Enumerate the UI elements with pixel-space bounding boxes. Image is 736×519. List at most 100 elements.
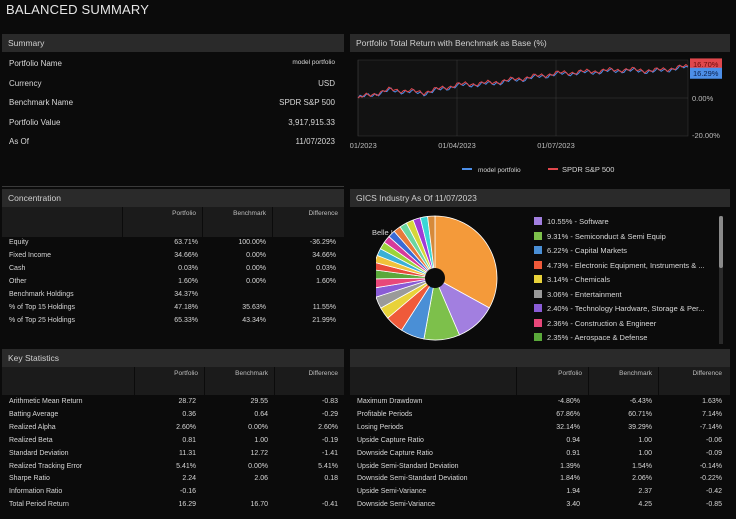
- end-label: 16.70%: [693, 60, 719, 69]
- cell-p: 63.71%: [174, 239, 198, 246]
- key-stat-row: Realized Alpha 2.60% 0.00% 2.60%: [9, 423, 339, 433]
- legend-label: 3.14% - Chemicals: [547, 275, 610, 284]
- key-stat-row: Downside Semi-Standard Deviation 1.84% 2.0…: [357, 474, 725, 484]
- cell-b: 0.00%: [246, 265, 266, 272]
- cell-p: 2.24: [182, 475, 196, 483]
- cell-p: 3.40: [566, 501, 580, 509]
- legend-item[interactable]: 4.73% - Electronic Equipment, Instrument…: [534, 260, 705, 271]
- concentration-row: Other 1.60% 0.00% 1.60%: [9, 277, 337, 287]
- page-title: BALANCED SUMMARY: [6, 2, 150, 17]
- key-stat-row: Arithmetic Mean Return 28.72 29.55 -0.83: [9, 397, 339, 407]
- concentration-row: Benchmark Holdings 34.37%: [9, 290, 337, 300]
- col-difference: Difference: [308, 210, 338, 217]
- gics-pie-chart: [376, 215, 498, 341]
- key-stats-column-header: Portfolio Benchmark Difference: [2, 367, 344, 395]
- row-label: Realized Tracking Error: [9, 462, 83, 470]
- row-label: Equity: [9, 239, 29, 246]
- cell-p: 2.60%: [176, 423, 196, 431]
- legend-item[interactable]: 9.31% - Semiconduct & Semi Equip: [534, 231, 666, 242]
- cell-p: 1.60%: [178, 278, 198, 285]
- cell-p: -0.16: [180, 488, 196, 496]
- key-stat-row: Downside Capture Ratio 0.91 1.00 -0.09: [357, 449, 725, 459]
- legend-scrollbar[interactable]: [719, 216, 723, 344]
- cell-b: 1.00: [254, 436, 268, 444]
- key-stats-right-column-header: Portfolio Benchmark Difference: [350, 367, 730, 395]
- x-tick-label: 01/04/2023: [438, 141, 476, 150]
- cell-d: -0.29: [322, 410, 338, 418]
- legend-item[interactable]: 6.22% - Capital Markets: [534, 245, 627, 256]
- cell-p: 67.86%: [556, 410, 580, 418]
- row-label: Downside Semi-Standard Deviation: [357, 475, 468, 483]
- legend-item[interactable]: 2.35% - Aerospace & Defense: [534, 332, 647, 343]
- row-label: Downside Capture Ratio: [357, 449, 433, 457]
- cell-p: 0.81: [182, 436, 196, 444]
- key-stat-row: Maximum Drawdown -4.80% -6.43% 1.63%: [357, 397, 725, 407]
- summary-label: Currency: [9, 78, 42, 88]
- x-tick-label: 01/07/2023: [537, 141, 575, 150]
- cell-b: 1.00: [638, 436, 652, 444]
- summary-label: As Of: [9, 137, 30, 146]
- x-tick-label: 01/01/2023: [350, 141, 377, 150]
- cell-b: 0.00%: [246, 252, 266, 259]
- row-label: Cash: [9, 265, 26, 272]
- summary-value: USD: [318, 78, 335, 88]
- key-stat-row: Downside Semi-Variance 3.40 4.25 -0.85: [357, 500, 725, 510]
- row-label: Total Period Return: [9, 501, 69, 509]
- cell-d: 21.99%: [312, 317, 336, 324]
- cell-p: 32.14%: [556, 423, 580, 431]
- cell-b: 1.54%: [632, 462, 652, 470]
- summary-label: Benchmark Name: [9, 98, 74, 107]
- legend-label-portfolio: model portfolio: [478, 167, 521, 174]
- concentration-row: % of Top 25 Holdings 65.33% 43.34% 21.99%: [9, 316, 337, 326]
- row-label: Standard Deviation: [9, 449, 69, 457]
- cell-p: 0.03%: [178, 265, 198, 272]
- cell-d: -1.41: [322, 449, 338, 457]
- cell-p: 16.29: [178, 501, 196, 509]
- key-stat-row: Standard Deviation 11.31 12.72 -1.41: [9, 449, 339, 459]
- col-portfolio: Portfolio: [172, 210, 196, 217]
- col-portfolio: Portfolio: [174, 370, 198, 377]
- legend-swatch: [534, 246, 542, 254]
- legend-item[interactable]: 3.06% - Entertainment: [534, 289, 622, 300]
- summary-value: model portfolio: [292, 59, 335, 66]
- cell-b: 39.29%: [628, 423, 652, 431]
- legend-swatch: [534, 275, 542, 283]
- cell-p: 34.66%: [174, 252, 198, 259]
- concentration-row: % of Top 15 Holdings 47.18% 35.63% 11.55%: [9, 303, 337, 313]
- row-label: Upside Capture Ratio: [357, 436, 424, 444]
- key-stat-row: Batting Average 0.36 0.64 -0.29: [9, 410, 339, 420]
- cell-d: 7.14%: [702, 410, 722, 418]
- scrollbar-thumb[interactable]: [719, 216, 723, 268]
- key-stat-row: Information Ratio -0.16: [9, 487, 339, 497]
- key-stat-row: Total Period Return 16.29 16.70 -0.41: [9, 500, 339, 510]
- row-label: Losing Periods: [357, 423, 404, 431]
- key-stat-row: Realized Tracking Error 5.41% 0.00% 5.41%: [9, 462, 339, 472]
- key-stat-row: Profitable Periods 67.86% 60.71% 7.14%: [357, 410, 725, 420]
- legend-item[interactable]: 10.55% - Software: [534, 216, 609, 227]
- performance-header: Portfolio Total Return with Benchmark as…: [350, 34, 730, 52]
- legend-swatch: [534, 260, 542, 269]
- cell-d: -0.85: [706, 501, 722, 509]
- summary-value: SPDR S&P 500: [279, 98, 335, 107]
- legend-swatch: [534, 231, 542, 240]
- legend-item[interactable]: 2.40% - Technology Hardware, Storage & P…: [534, 303, 704, 314]
- cell-d: 0.18: [324, 475, 338, 483]
- summary-label: Portfolio Name: [9, 59, 62, 68]
- legend-swatch: [534, 333, 542, 341]
- legend-swatch: [534, 304, 542, 312]
- cell-d: -0.06: [706, 436, 722, 444]
- cell-b: 0.00%: [248, 423, 268, 431]
- legend-item[interactable]: 2.36% - Construction & Engineer: [534, 318, 656, 329]
- y-tick-label: 0.00%: [692, 94, 714, 103]
- cell-p: 1.94: [566, 488, 580, 496]
- cell-b: 2.37: [638, 488, 652, 496]
- legend-item[interactable]: 3.14% - Chemicals: [534, 274, 610, 285]
- summary-header: Summary: [2, 34, 344, 52]
- cell-b: 0.64: [254, 410, 268, 418]
- row-label: Maximum Drawdown: [357, 398, 423, 405]
- row-label: Batting Average: [9, 410, 59, 418]
- key-stat-row: Losing Periods 32.14% 39.29% -7.14%: [357, 423, 725, 433]
- pie-hole: [425, 268, 445, 288]
- row-label: Realized Beta: [9, 436, 53, 444]
- cell-b: 0.00%: [246, 278, 266, 285]
